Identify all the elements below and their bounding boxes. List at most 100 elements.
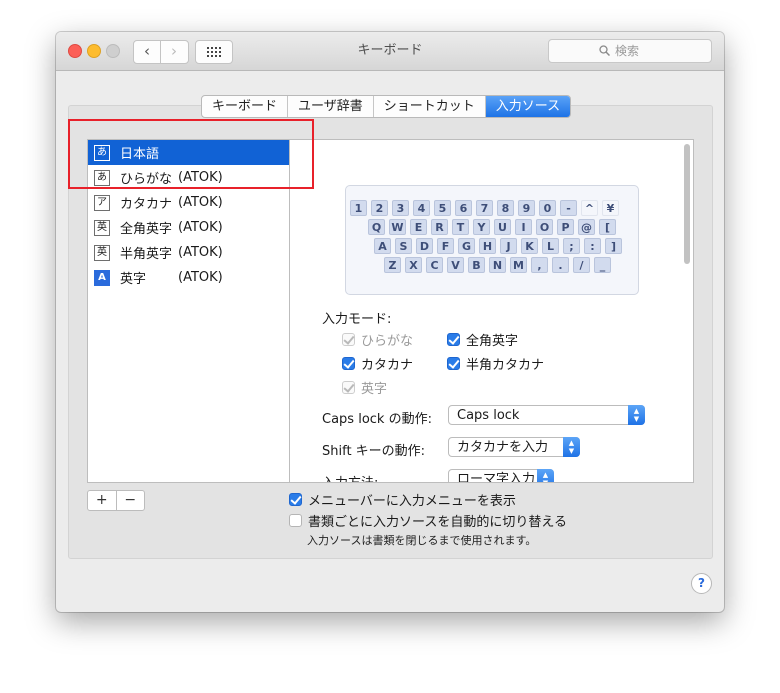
remove-source-button[interactable]: − (117, 491, 145, 510)
tab-input-sources[interactable]: 入力ソース (485, 96, 571, 117)
caps-lock-label: Caps lock の動作: (322, 412, 432, 427)
tab-bar: キーボード ユーザ辞書 ショートカット 入力ソース (201, 95, 572, 118)
keyboard-key: 8 (497, 200, 514, 216)
katakana-checkbox[interactable]: カタカナ (342, 355, 414, 373)
keyboard-key: X (405, 257, 422, 273)
source-name: 半角英字 (120, 247, 173, 262)
keyboard-key: Z (384, 257, 401, 273)
hiragana-checkbox-label: ひらがな (361, 333, 414, 349)
keyboard-key: G (458, 238, 475, 254)
keyboard-key: ^ (581, 200, 598, 216)
source-suffix: (ATOK) (178, 245, 223, 260)
hiragana-checkbox[interactable]: ひらがな (342, 331, 414, 349)
eiji-checkbox[interactable]: 英字 (342, 379, 388, 397)
katakana-checkbox-label: カタカナ (361, 357, 414, 373)
source-detail-pane: 1 2 3 4 5 6 7 8 9 0- ^ ¥ Q W E R T Y U I O P @[ A S D F G H J K L;:] … (289, 139, 694, 483)
keyboard-key: M (510, 257, 527, 273)
keyboard-key: N (489, 257, 506, 273)
keyboard-key: / (573, 257, 590, 273)
popup-arrows-icon: ▲ ▼ (563, 437, 580, 457)
hankaku-katakana-checkbox[interactable]: 半角カタカナ (447, 355, 545, 373)
keyboard-key: K (521, 238, 538, 254)
auto-switch-checkbox[interactable]: 書類ごとに入力ソースを自動的に切り替える (289, 512, 567, 530)
keyboard-row-numbers: 1 2 3 4 5 6 7 8 9 0- ^ ¥ (350, 200, 634, 216)
keyboard-layout-preview: 1 2 3 4 5 6 7 8 9 0- ^ ¥ Q W E R T Y U I O P @[ A S D F G H J K L;:] … (345, 185, 639, 295)
tab-user-dictionary[interactable]: ユーザ辞書 (288, 96, 374, 117)
hankaku-katakana-checkbox-label: 半角カタカナ (466, 357, 545, 373)
add-source-button[interactable]: + (88, 491, 117, 510)
keyboard-key: O (536, 219, 553, 235)
search-icon (599, 45, 610, 56)
zenkaku-eiji-checkbox[interactable]: 全角英字 (447, 331, 519, 349)
add-remove-buttons: + − (87, 490, 145, 511)
source-item-katakana[interactable]: ア カタカナ (ATOK) (88, 190, 291, 215)
keyboard-key: I (515, 219, 532, 235)
keyboard-key: 1 (350, 200, 367, 216)
keyboard-key: 9 (518, 200, 535, 216)
input-method-label: 入力方法: (322, 472, 378, 482)
keyboard-key: B (468, 257, 485, 273)
keyboard-key: R (431, 219, 448, 235)
keyboard-key: . (552, 257, 569, 273)
keyboard-key: 0 (539, 200, 556, 216)
keyboard-key: _ (594, 257, 611, 273)
tab-shortcuts[interactable]: ショートカット (374, 96, 486, 117)
keyboard-row-qwerty: Q W E R T Y U I O P @[ (368, 219, 630, 235)
source-suffix: (ATOK) (178, 270, 223, 285)
keyboard-key: J (500, 238, 517, 254)
tab-keyboard[interactable]: キーボード (202, 96, 289, 117)
show-input-menu-label: メニューバーに入力メニューを表示 (308, 493, 516, 509)
source-name: 全角英字 (120, 222, 173, 237)
keyboard-row-zxcv: Z X C V B N M,. / _ (384, 257, 634, 273)
caps-lock-value: Caps lock (457, 408, 520, 423)
keyboard-key: 5 (434, 200, 451, 216)
keyboard-key: L (542, 238, 559, 254)
source-item-zenkaku-eiji[interactable]: 英 全角英字 (ATOK) (88, 215, 291, 240)
keyboard-key: 3 (392, 200, 409, 216)
keyboard-key: @ (578, 219, 595, 235)
keyboard-key: Y (473, 219, 490, 235)
auto-switch-note: 入力ソースは書類を閉じるまで使用されます。 (307, 534, 537, 547)
input-method-popup[interactable]: ローマ字入力 ▲ ▼ (448, 469, 554, 482)
keyboard-key: V (447, 257, 464, 273)
help-button[interactable]: ? (691, 573, 712, 594)
popup-arrows-icon: ▲ ▼ (628, 405, 645, 425)
popup-arrows-icon: ▲ ▼ (537, 469, 554, 482)
keyboard-key: Q (368, 219, 385, 235)
vertical-scrollbar[interactable] (684, 144, 690, 264)
title-bar: ‹ › キーボード 検索 (56, 32, 724, 71)
keyboard-key: T (452, 219, 469, 235)
eiji-checkbox-label: 英字 (361, 381, 388, 397)
keyboard-key: H (479, 238, 496, 254)
source-name: カタカナ (120, 197, 173, 212)
keyboard-key: - (560, 200, 577, 216)
input-source-list: あ 日本語 あ ひらがな (ATOK) ア カタカナ (ATOK) 英 全角英字… (87, 139, 292, 483)
source-suffix: (ATOK) (178, 195, 223, 210)
shift-key-label: Shift キーの動作: (322, 444, 426, 459)
keyboard-key: C (426, 257, 443, 273)
search-field[interactable]: 検索 (548, 39, 712, 63)
keyboard-key: : (584, 238, 601, 254)
keyboard-key: , (531, 257, 548, 273)
shift-key-popup[interactable]: カタカナを入力 ▲ ▼ (448, 437, 580, 457)
hankaku-ei-icon: 英 (94, 244, 110, 261)
show-input-menu-checkbox[interactable]: メニューバーに入力メニューを表示 (289, 491, 516, 509)
keyboard-key: [ (599, 219, 616, 235)
checkbox-check-icon (342, 332, 355, 346)
source-item-eiji[interactable]: A 英字 (ATOK) (88, 265, 291, 290)
keyboard-key: ] (605, 238, 622, 254)
checkbox-check-icon (289, 492, 302, 506)
source-item-hankaku-eiji[interactable]: 英 半角英字 (ATOK) (88, 240, 291, 265)
checkbox-empty-icon (289, 513, 302, 527)
latin-a-icon: A (94, 269, 110, 286)
keyboard-key: P (557, 219, 574, 235)
keyboard-key: A (374, 238, 391, 254)
caps-lock-popup[interactable]: Caps lock ▲ ▼ (448, 405, 645, 425)
zenkaku-eiji-checkbox-label: 全角英字 (466, 333, 519, 349)
keyboard-key: S (395, 238, 412, 254)
keyboard-key: ¥ (602, 200, 619, 216)
shift-key-value: カタカナを入力 (457, 440, 549, 455)
keyboard-key: 7 (476, 200, 493, 216)
keyboard-key: 2 (371, 200, 388, 216)
keyboard-key: E (410, 219, 427, 235)
